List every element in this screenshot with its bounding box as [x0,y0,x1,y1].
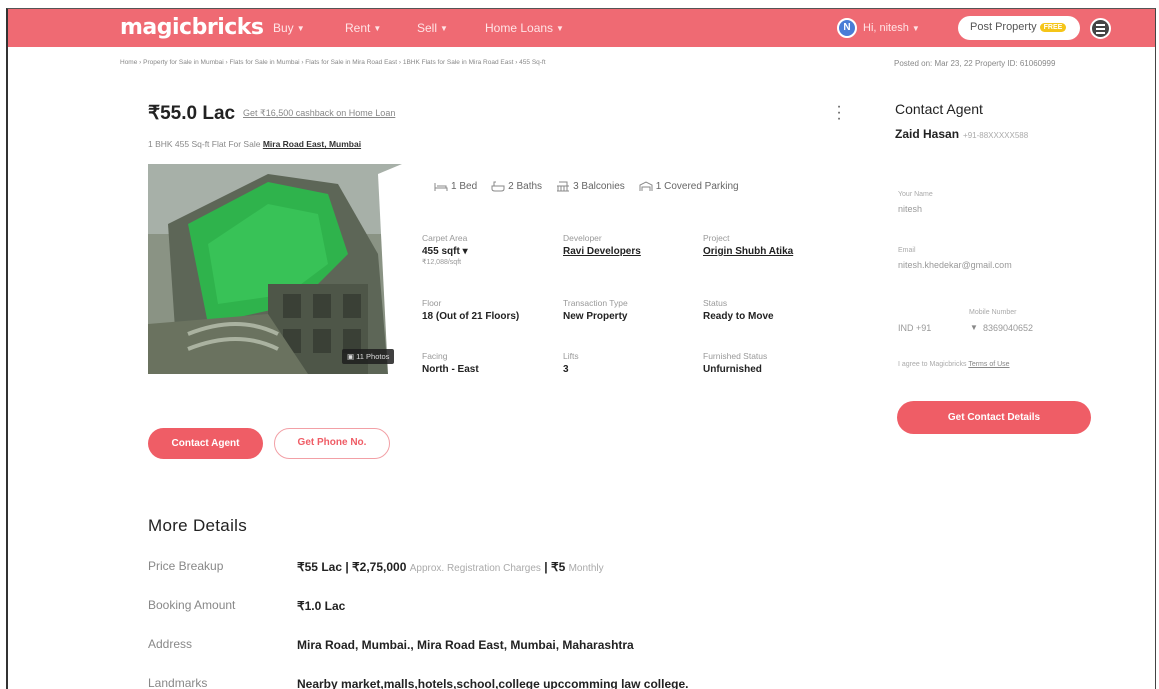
detail-carpet-area: Carpet Area 455 sqft ▾ ₹12,088/sqft [422,233,468,266]
contact-agent-button[interactable]: Contact Agent [148,428,263,459]
more-options-icon[interactable]: · · · [834,99,844,127]
free-badge: FREE [1039,23,1067,32]
magicbricks-logo[interactable]: magicbricks [120,15,264,40]
cashback-link[interactable]: Get ₹16,500 cashback on Home Loan [243,108,395,119]
listing-price: ₹55.0 Lac [148,103,236,124]
browser-frame: magicbricks Buy ▼ Rent ▼ Sell ▼ Home Loans ▼… [6,8,1156,689]
mobile-input[interactable]: 8369040652 [983,323,1033,333]
menu-line-icon [1096,32,1105,34]
project-link[interactable]: Origin Shubh Atika [703,246,793,257]
building-image [148,164,402,374]
name-input[interactable]: nitesh [898,204,933,214]
breadcrumb[interactable]: Home › Property for Sale in Mumbai › Fla… [120,59,546,66]
amenities-row: 1 Bed 2 Baths 3 Balconies 1 Covered Park… [434,181,753,192]
more-details-title: More Details [148,516,248,535]
detail-transaction-type: Transaction Type New Property [563,298,628,322]
terms-link[interactable]: Terms of Use [968,361,1009,368]
chevron-down-icon: ▼ [911,24,920,33]
posted-info: Posted on: Mar 23, 22 Property ID: 61060… [894,59,1056,68]
agent-info: Zaid Hasan +91-88XXXXX588 [895,127,1029,141]
developer-link[interactable]: Ravi Developers [563,246,641,257]
nav-sell[interactable]: Sell ▼ [417,21,448,35]
terms-agreement: I agree to Magicbricks Terms of Use [898,361,1010,368]
email-field[interactable]: Email nitesh.khedekar@gmail.com [898,247,1012,270]
photos-count-badge[interactable]: ▣ 11 Photos [342,349,395,364]
amenity-bath: 2 Baths [491,181,542,192]
agent-phone: +91-88XXXXX588 [963,131,1029,140]
chevron-down-icon: ▼ [296,23,305,33]
property-photo[interactable] [148,164,402,374]
chevron-down-icon: ▼ [556,23,564,33]
amenity-bed: 1 Bed [434,181,477,192]
info-icon[interactable]: ▾ [463,246,468,257]
chevron-down-icon: ▼ [440,23,448,33]
parking-icon [639,181,653,191]
amenity-parking: 1 Covered Parking [639,181,739,192]
mobile-label: Mobile Number [969,309,1017,316]
post-property-button[interactable]: Post Property FREE [958,16,1080,40]
detail-furnished-status: Furnished Status Unfurnished [703,351,768,375]
bath-icon [491,181,505,192]
email-input[interactable]: nitesh.khedekar@gmail.com [898,260,1012,270]
detail-developer: Developer Ravi Developers [563,233,641,257]
detail-status: Status Ready to Move [703,298,774,322]
top-navigation-bar: magicbricks Buy ▼ Rent ▼ Sell ▼ Home Loans ▼… [8,9,1155,47]
nav-rent[interactable]: Rent ▼ [345,21,381,35]
detail-facing: Facing North - East [422,351,479,375]
detail-floor: Floor 18 (Out of 21 Floors) [422,298,520,322]
detail-lifts: Lifts 3 [563,351,579,375]
chevron-down-icon: ▼ [373,23,382,33]
bed-icon [434,183,448,191]
user-menu[interactable]: Hi, nitesh ▼ [863,22,920,34]
get-phone-button[interactable]: Get Phone No. [274,428,390,459]
nav-home-loans[interactable]: Home Loans ▼ [485,21,564,35]
get-contact-details-button[interactable]: Get Contact Details [897,401,1091,434]
detail-project: Project Origin Shubh Atika [703,233,794,257]
contact-agent-title: Contact Agent [895,101,983,117]
chevron-down-icon[interactable]: ▼ [970,323,978,332]
amenity-balcony: 3 Balconies [556,181,625,192]
name-field[interactable]: Your Name nitesh [898,191,933,214]
hamburger-menu-button[interactable] [1090,18,1111,39]
balcony-icon [557,181,570,192]
nav-buy[interactable]: Buy ▼ [273,21,305,35]
isd-select[interactable]: IND +91 [898,323,931,333]
menu-line-icon [1096,28,1105,30]
location-link[interactable]: Mira Road East, Mumbai [263,139,361,149]
user-avatar[interactable]: N [837,18,857,38]
menu-line-icon [1096,24,1105,26]
listing-subtitle: 1 BHK 455 Sq-ft Flat For Sale Mira Road … [148,139,362,149]
